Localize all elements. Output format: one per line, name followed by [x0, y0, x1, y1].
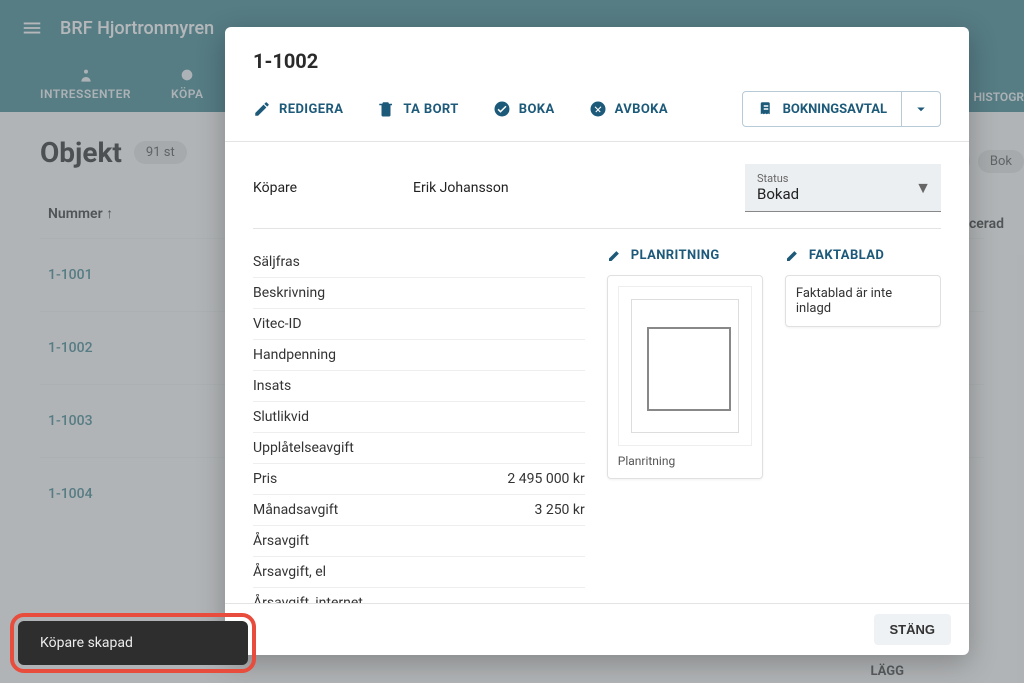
prop-value: 3 250 kr [534, 502, 584, 518]
property-row: Säljfras [253, 247, 585, 278]
book-label: BOKA [519, 102, 555, 117]
close-button[interactable]: STÄNG [874, 614, 952, 645]
pencil-icon [785, 247, 801, 263]
property-row: Insats [253, 371, 585, 402]
plan-card[interactable]: Planritning [607, 275, 763, 479]
toast-text: Köpare skapad [40, 635, 133, 651]
delete-label: TA BORT [403, 102, 458, 117]
prop-label: Slutlikvid [253, 409, 309, 425]
property-list: Säljfras Beskrivning Vitec-ID Handpenning In… [253, 247, 585, 603]
property-row: Årsavgift, el [253, 557, 585, 588]
prop-label: Säljfras [253, 254, 300, 270]
prop-label: Årsavgift [253, 533, 309, 549]
prop-label: Årsavgift, el [253, 564, 326, 580]
buyer-label: Köpare [253, 180, 413, 196]
toast: Köpare skapad [18, 621, 248, 665]
plan-caption: Planritning [618, 454, 752, 468]
property-row: Årsavgift [253, 526, 585, 557]
property-row: Handpenning [253, 340, 585, 371]
prop-label: Vitec-ID [253, 316, 302, 332]
contract-split-button: BOKNINGSAVTAL [742, 91, 941, 127]
planritning-button[interactable]: PLANRITNING [607, 247, 763, 263]
status-label: Status [757, 172, 929, 185]
unbook-button[interactable]: AVBOKA [589, 100, 668, 118]
chevron-down-icon [912, 100, 930, 118]
prop-label: Årsavgift, internet [253, 595, 363, 603]
property-row: Månadsavgift 3 250 kr [253, 495, 585, 526]
prop-label: Insats [253, 378, 291, 394]
status-value: Bokad [757, 185, 929, 203]
contract-button[interactable]: BOKNINGSAVTAL [743, 92, 901, 126]
fact-text: Faktablad är inte inlagd [796, 286, 892, 316]
edit-label: REDIGERA [279, 102, 343, 117]
floorplan-thumbnail [618, 286, 752, 446]
buyer-name: Erik Johansson [413, 180, 745, 196]
prop-label: Upplåtelseavgift [253, 440, 354, 456]
contract-label: BOKNINGSAVTAL [783, 102, 887, 117]
planritning-label: PLANRITNING [631, 248, 720, 263]
prop-label: Beskrivning [253, 285, 325, 301]
prop-label: Handpenning [253, 347, 336, 363]
property-row: Beskrivning [253, 278, 585, 309]
faktablad-button[interactable]: FAKTABLAD [785, 247, 941, 263]
prop-value: 2 495 000 kr [507, 471, 584, 487]
property-row: Årsavgift, internet [253, 588, 585, 603]
pencil-icon [607, 247, 623, 263]
prop-label: Månadsavgift [253, 502, 338, 518]
property-row: Pris 2 495 000 kr [253, 464, 585, 495]
property-row: Vitec-ID [253, 309, 585, 340]
dialog-title: 1-1002 [253, 49, 941, 73]
unbook-label: AVBOKA [615, 102, 668, 117]
property-row: Slutlikvid [253, 402, 585, 433]
chevron-down-icon: ▼ [915, 178, 931, 198]
delete-button[interactable]: TA BORT [377, 100, 458, 118]
property-row: Upplåtelseavgift [253, 433, 585, 464]
prop-label: Pris [253, 471, 277, 487]
status-select[interactable]: Status Bokad ▼ [745, 164, 941, 212]
contract-dropdown-button[interactable] [901, 92, 940, 126]
faktablad-label: FAKTABLAD [809, 248, 884, 263]
book-button[interactable]: BOKA [493, 100, 555, 118]
object-dialog: 1-1002 REDIGERA TA BORT BOKA AVBOKA [225, 27, 969, 655]
toast-highlight: Köpare skapad [10, 613, 256, 673]
fact-card: Faktablad är inte inlagd [785, 275, 941, 327]
edit-button[interactable]: REDIGERA [253, 100, 343, 118]
